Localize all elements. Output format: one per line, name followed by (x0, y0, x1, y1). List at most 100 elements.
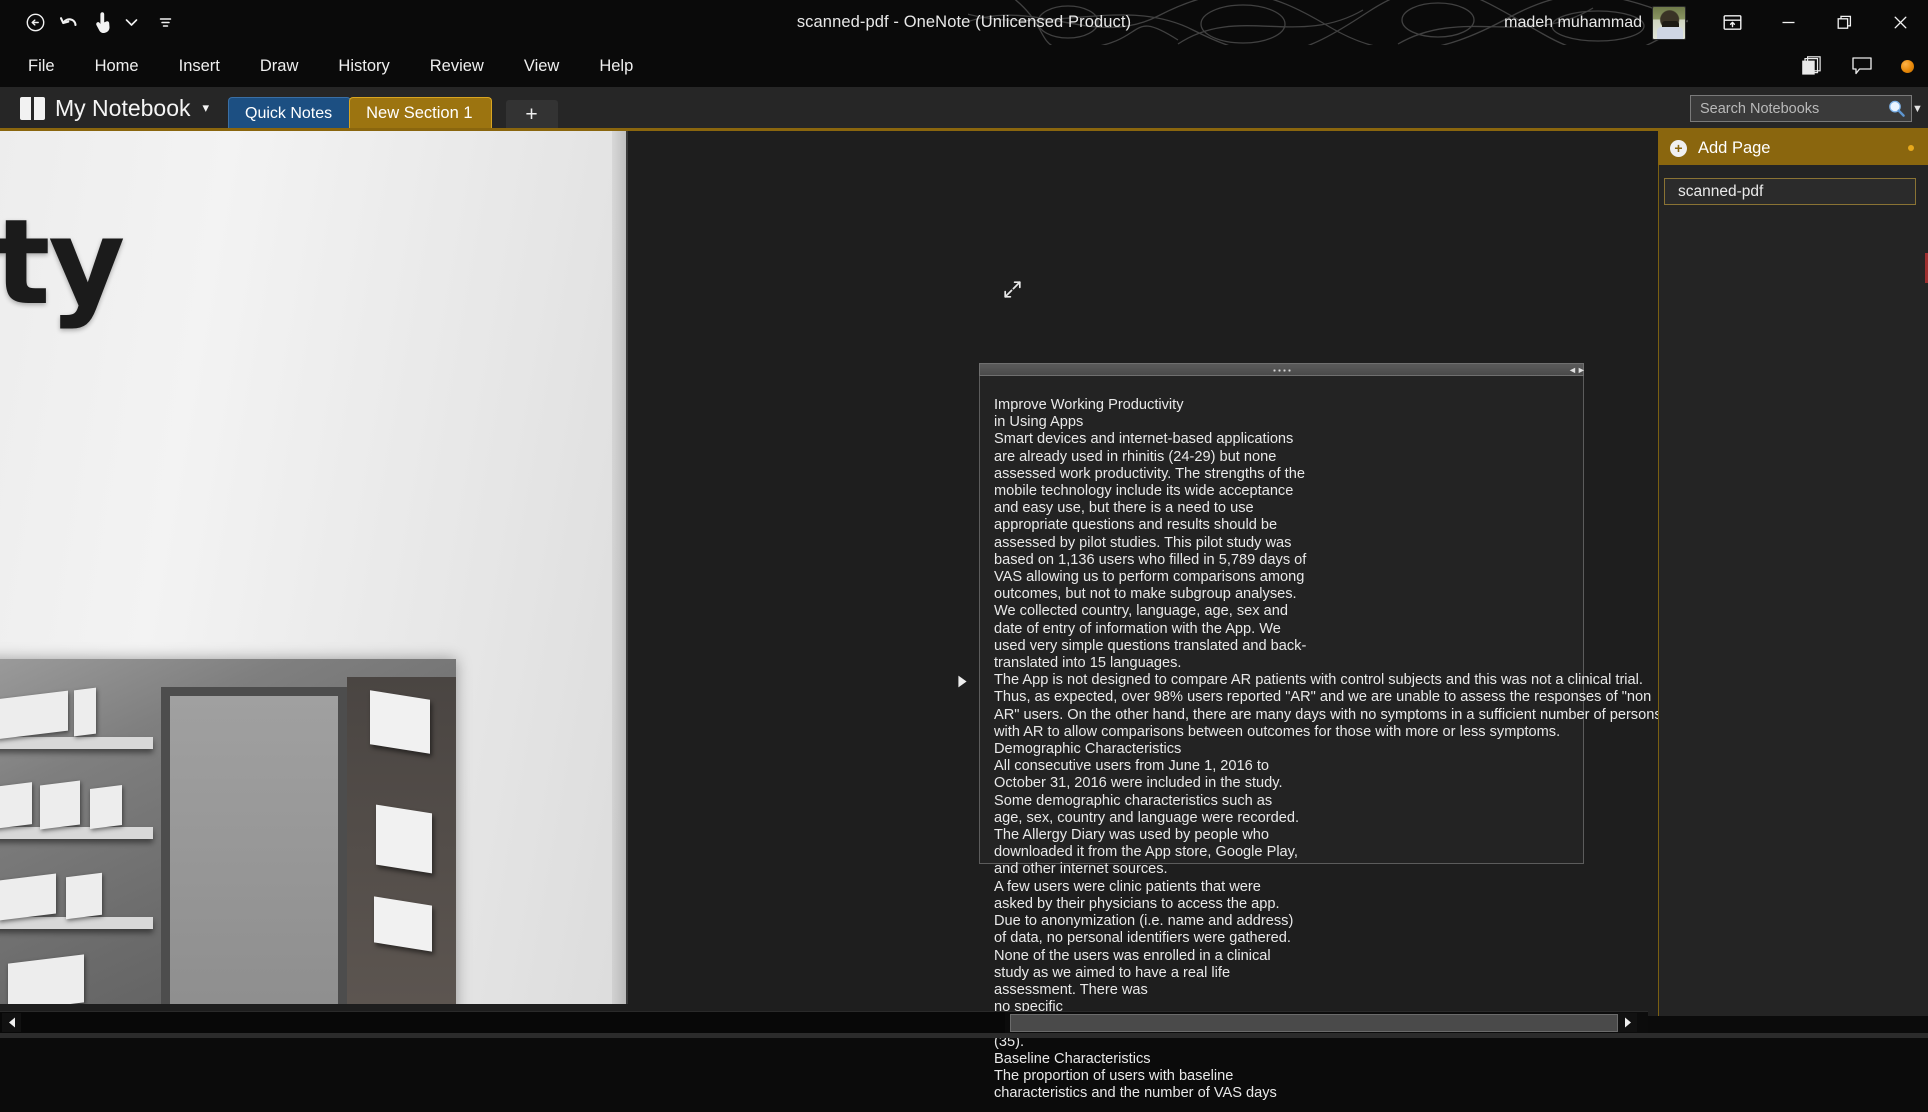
close-button[interactable] (1872, 0, 1928, 45)
back-button[interactable] (18, 7, 52, 39)
note-paragraph: used very simple questions translated an… (994, 637, 1307, 654)
notebook-icon (20, 96, 45, 120)
note-paragraph: characteristics and the number of VAS da… (994, 1085, 1277, 1102)
horizontal-scroll-thumb[interactable] (1010, 1014, 1618, 1032)
photo-paper (8, 954, 84, 1004)
tab-file[interactable]: File (12, 51, 71, 82)
plus-icon: + (1670, 139, 1687, 157)
undo-button[interactable] (52, 7, 86, 39)
photo-door (161, 687, 347, 1004)
photo-paper (0, 690, 68, 740)
note-paragraph: study as we aimed to have a real life (994, 964, 1231, 981)
note-paragraph-wide: The App is not designed to compare AR pa… (994, 672, 1643, 689)
pages-icon[interactable] (1801, 56, 1823, 76)
main-stage: ty ◄► Improve Working Productivity in Us… (0, 131, 1928, 1101)
pages-pane-edge (1658, 131, 1659, 1016)
quick-access-more-caret[interactable] (120, 7, 142, 39)
page-edge-shadow (612, 131, 626, 1004)
note-paragraph: The Allergy Diary was used by people who (994, 827, 1269, 844)
note-paragraph: downloaded it from the App store, Google… (994, 844, 1298, 861)
notebook-name: My Notebook (55, 94, 191, 121)
photo-paper (40, 780, 80, 830)
expand-page-icon[interactable] (1002, 279, 1023, 305)
add-section-button[interactable]: + (505, 100, 558, 129)
photo-paper (74, 687, 96, 737)
photo-card (374, 896, 432, 952)
add-page-options-dot[interactable] (1908, 145, 1914, 151)
photo-shelf (0, 737, 153, 749)
note-paragraph-wide: AR" users. On the other hand, there are … (994, 706, 1662, 723)
minimize-button[interactable] (1760, 0, 1816, 45)
restore-button[interactable] (1816, 0, 1872, 45)
add-section-label: + (525, 102, 538, 126)
bottom-strip (0, 1033, 1928, 1038)
ribbon-display-options-button[interactable] (1704, 0, 1760, 45)
note-text-body[interactable]: Improve Working Productivity in Using Ap… (980, 375, 1662, 1112)
search-input[interactable] (1700, 100, 1887, 117)
section-tab-list: Quick Notes New Section 1 + (228, 87, 558, 129)
touch-mode-button[interactable] (86, 7, 120, 39)
note-container[interactable]: ◄► Improve Working Productivity in Using… (957, 363, 1662, 1101)
search-icon[interactable] (1887, 99, 1906, 118)
search-dropdown-caret[interactable]: ▼ (1912, 103, 1923, 115)
horizontal-scrollbar[interactable] (0, 1011, 1648, 1034)
tab-review[interactable]: Review (414, 51, 500, 82)
tab-help[interactable]: Help (583, 51, 649, 82)
notebook-selector[interactable]: My Notebook ▾ (14, 90, 215, 126)
scanned-page-preview[interactable]: ty (0, 131, 626, 1004)
comment-icon[interactable] (1851, 56, 1873, 76)
add-page-button[interactable]: + Add Page (1658, 131, 1928, 165)
note-paragraph: assessed work productivity. The strength… (994, 465, 1305, 482)
note-paragraph: Some demographic characteristics such as (994, 792, 1273, 809)
note-close-icon[interactable]: ◄► (1568, 366, 1586, 375)
note-paragraph: are already used in rhinitis (24-29) but… (994, 448, 1277, 465)
tab-history[interactable]: History (322, 51, 405, 82)
scroll-left-button[interactable] (2, 1013, 21, 1032)
note-paragraph: A few users were clinic patients that we… (994, 878, 1261, 895)
photo-paper (90, 785, 122, 829)
note-paragraph: Due to anonymization (i.e. name and addr… (994, 913, 1294, 930)
scanned-photo (0, 659, 456, 1004)
note-paragraph-wide: with AR to allow comparisons between out… (994, 723, 1561, 740)
note-paragraph: mobile technology include its wide accep… (994, 483, 1294, 500)
note-paragraph: assessment. There was (994, 981, 1148, 998)
note-paragraph: translated into 15 languages. (994, 655, 1182, 672)
tab-insert[interactable]: Insert (163, 51, 236, 82)
section-tab-label: New Section 1 (366, 104, 473, 122)
notebook-section-bar: My Notebook ▾ Quick Notes New Section 1 … (0, 87, 1928, 129)
note-grip-icon (1271, 368, 1292, 372)
note-paragraph: Demographic Characteristics (994, 741, 1182, 758)
scroll-track[interactable] (0, 1012, 1005, 1034)
ribbon-options-button[interactable] (154, 7, 176, 39)
photo-paper (66, 872, 102, 920)
paragraph-collapse-marker[interactable] (953, 672, 971, 690)
note-paragraph: The proportion of users with baseline (994, 1067, 1234, 1084)
note-paragraph: October 31, 2016 were included in the st… (994, 775, 1283, 792)
note-paragraph-wide: Thus, as expected, over 98% users report… (994, 689, 1652, 706)
note-paragraph: in Using Apps (994, 414, 1084, 431)
note-drag-handle[interactable]: ◄► (979, 363, 1586, 376)
account-name[interactable]: madeh muhammad (1504, 14, 1642, 32)
scanned-text-fragment: ty (0, 193, 125, 331)
note-paragraph: None of the users was enrolled in a clin… (994, 947, 1271, 964)
tab-view[interactable]: View (508, 51, 575, 82)
presence-dot[interactable] (1901, 59, 1914, 73)
note-paragraph: date of entry of information with the Ap… (994, 620, 1281, 637)
tab-draw[interactable]: Draw (244, 51, 315, 82)
section-tab-quick-notes[interactable]: Quick Notes (228, 97, 352, 129)
note-paragraph: Improve Working Productivity (994, 397, 1184, 413)
scanned-page-image: ty (0, 131, 626, 1004)
ribbon-tab-bar: File Home Insert Draw History Review Vie… (0, 45, 1928, 87)
note-paragraph: and easy use, but there is a need to use (994, 500, 1254, 517)
page-list-item-scanned-pdf[interactable]: scanned-pdf (1664, 178, 1916, 205)
tab-home[interactable]: Home (79, 51, 155, 82)
section-tab-new-section-1[interactable]: New Section 1 (349, 97, 492, 129)
note-paragraph: All consecutive users from June 1, 2016 … (994, 758, 1269, 775)
title-bar: scanned-pdf - OneNote (Unlicensed Produc… (0, 0, 1928, 45)
avatar[interactable] (1652, 5, 1686, 40)
photo-card (370, 690, 430, 754)
note-paragraph: Smart devices and internet-based applica… (994, 431, 1294, 448)
search-box[interactable]: ▼ (1690, 95, 1923, 122)
note-paragraph: assessed by pilot studies. This pilot st… (994, 534, 1292, 551)
scroll-right-button[interactable] (1618, 1013, 1637, 1032)
